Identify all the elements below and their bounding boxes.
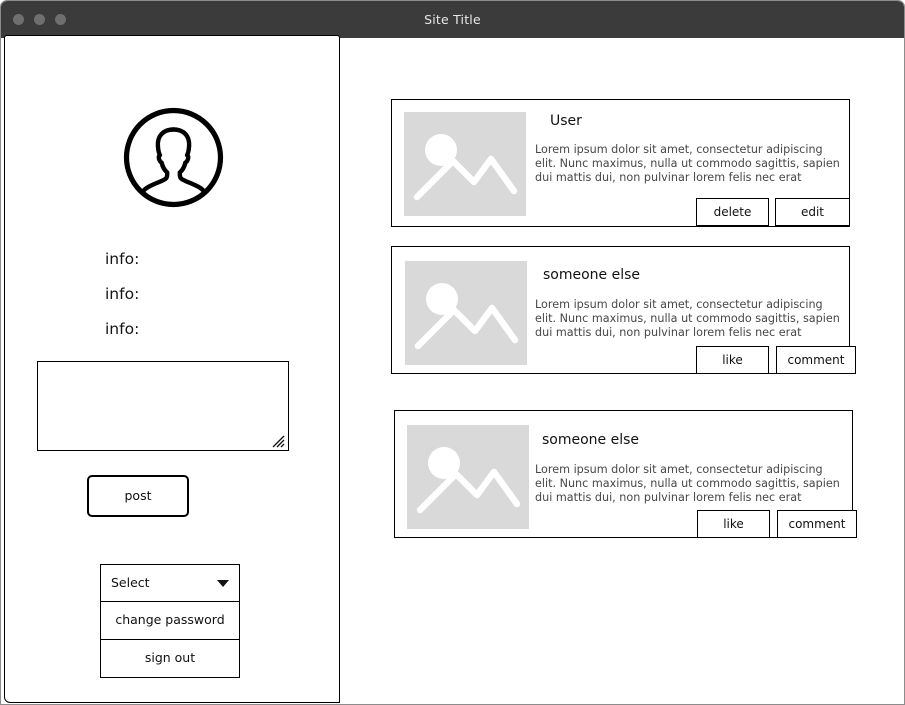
app-window: Site Title info: info: info: post Select — [0, 0, 905, 705]
post-body: Lorem ipsum dolor sit amet, consectetur … — [535, 463, 840, 505]
delete-button[interactable]: delete — [696, 198, 769, 226]
sign-out-button[interactable]: sign out — [100, 640, 240, 678]
image-placeholder-icon — [414, 283, 519, 350]
comment-button[interactable]: comment — [777, 510, 857, 538]
info-line: info: — [105, 250, 140, 268]
chevron-down-icon — [217, 580, 229, 587]
image-placeholder-icon — [416, 447, 521, 514]
user-avatar-icon — [123, 107, 223, 208]
account-actions: Select change password sign out — [100, 564, 240, 678]
edit-button[interactable]: edit — [775, 198, 850, 226]
post-author: someone else — [542, 432, 640, 448]
post-textarea[interactable] — [37, 361, 289, 451]
post-author: User — [550, 113, 582, 129]
post-author: someone else — [543, 267, 641, 283]
profile-sidebar: info: info: info: post Select change pas… — [4, 35, 340, 703]
select-dropdown-label: Select — [111, 575, 150, 590]
post-card: someone else Lorem ipsum dolor sit amet,… — [394, 410, 857, 538]
change-password-button[interactable]: change password — [100, 602, 240, 640]
post-button[interactable]: post — [87, 475, 189, 517]
post-image-placeholder — [404, 112, 526, 216]
post-image-placeholder — [405, 261, 527, 365]
image-placeholder-icon — [413, 134, 518, 201]
comment-button[interactable]: comment — [776, 346, 856, 374]
avatar — [5, 106, 341, 213]
info-line: info: — [105, 320, 140, 339]
like-button[interactable]: like — [697, 510, 770, 538]
window-title: Site Title — [424, 12, 481, 27]
post-feed: User Lorem ipsum dolor sit amet, consect… — [340, 35, 904, 703]
post-body: Lorem ipsum dolor sit amet, consectetur … — [535, 298, 840, 340]
window-titlebar: Site Title — [1, 1, 904, 38]
post-image-placeholder — [407, 425, 529, 529]
post-card: User Lorem ipsum dolor sit amet, consect… — [391, 99, 850, 227]
info-line: info: — [105, 285, 140, 304]
profile-info-list: info: info: info: — [105, 250, 305, 356]
select-dropdown[interactable]: Select — [100, 564, 240, 602]
post-card: someone else Lorem ipsum dolor sit amet,… — [391, 246, 856, 374]
post-body: Lorem ipsum dolor sit amet, consectetur … — [535, 143, 840, 185]
like-button[interactable]: like — [696, 346, 769, 374]
resize-grip-icon[interactable] — [269, 432, 285, 448]
